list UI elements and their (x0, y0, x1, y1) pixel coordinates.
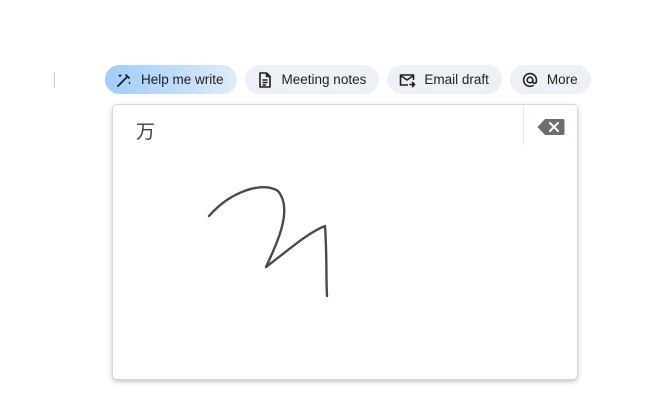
more-chip[interactable]: More (509, 65, 591, 94)
help-me-write-chip[interactable]: Help me write (105, 65, 237, 94)
text-cursor (54, 72, 55, 88)
more-label: More (546, 72, 578, 87)
email-draft-label: Email draft (424, 72, 489, 87)
at-sign-icon (521, 71, 539, 89)
smart-chip-toolbar: Help me write Meeting notes Email draft … (105, 65, 591, 94)
help-me-write-label: Help me write (141, 72, 224, 87)
email-draft-chip[interactable]: Email draft (387, 65, 502, 94)
handwriting-canvas[interactable] (113, 105, 579, 381)
ink-stroke (207, 186, 329, 298)
document-icon (256, 71, 274, 89)
handwriting-input-panel[interactable]: 万 (112, 104, 578, 380)
pen-sparkle-icon (115, 71, 133, 89)
meeting-notes-label: Meeting notes (281, 72, 367, 87)
meeting-notes-chip[interactable]: Meeting notes (244, 65, 380, 94)
email-send-icon (398, 71, 416, 89)
page: Help me write Meeting notes Email draft … (0, 0, 664, 410)
